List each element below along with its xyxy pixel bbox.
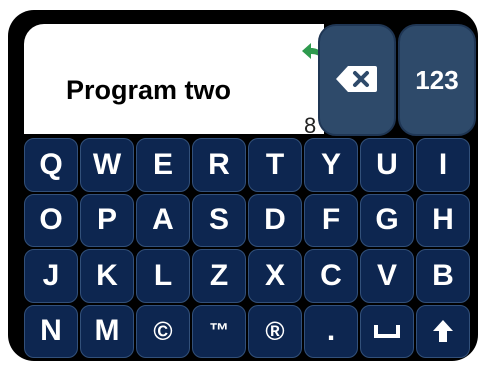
key-f[interactable]: F xyxy=(304,193,358,247)
key-a[interactable]: A xyxy=(136,193,190,247)
key-b[interactable]: B xyxy=(416,249,470,303)
numbers-mode-label: 123 xyxy=(415,64,459,95)
key-r[interactable]: R xyxy=(192,138,246,192)
shift-key[interactable] xyxy=(416,304,470,358)
key-u[interactable]: U xyxy=(360,138,414,192)
key-t[interactable]: T xyxy=(248,138,302,192)
key-c[interactable]: C xyxy=(304,249,358,303)
numbers-mode-button[interactable]: 123 xyxy=(398,24,476,136)
key-l[interactable]: L xyxy=(136,249,190,303)
key-s[interactable]: S xyxy=(192,193,246,247)
key-z[interactable]: Z xyxy=(192,249,246,303)
key-x[interactable]: X xyxy=(248,249,302,303)
backspace-button[interactable] xyxy=(318,24,396,136)
space-bar-icon xyxy=(374,325,400,339)
key-y[interactable]: Y xyxy=(304,138,358,192)
key-g[interactable]: G xyxy=(360,193,414,247)
keyboard-panel: Program two 8 123 Q W E R T Y U I O P A … xyxy=(8,10,478,361)
key-i[interactable]: I xyxy=(416,138,470,192)
key-period[interactable]: . xyxy=(304,304,358,358)
key-p[interactable]: P xyxy=(80,193,134,247)
key-m[interactable]: M xyxy=(80,304,134,358)
space-key[interactable] xyxy=(360,304,414,358)
entry-text: Program two xyxy=(66,75,232,105)
key-h[interactable]: H xyxy=(416,193,470,247)
text-entry-display[interactable]: Program two 8 xyxy=(24,24,324,138)
key-v[interactable]: V xyxy=(360,249,414,303)
key-d[interactable]: D xyxy=(248,193,302,247)
key-n[interactable]: N xyxy=(24,304,78,358)
key-q[interactable]: Q xyxy=(24,138,78,192)
key-k[interactable]: K xyxy=(80,249,134,303)
key-w[interactable]: W xyxy=(80,138,134,192)
key-registered[interactable]: ® xyxy=(248,304,302,358)
key-grid: Q W E R T Y U I O P A S D F G H J K L Z … xyxy=(24,138,470,358)
key-e[interactable]: E xyxy=(136,138,190,192)
key-o[interactable]: O xyxy=(24,193,78,247)
backspace-icon xyxy=(336,66,377,92)
shift-up-arrow-icon xyxy=(433,320,453,343)
key-trademark[interactable]: ™ xyxy=(192,304,246,358)
character-count: 8 xyxy=(304,113,317,138)
key-copyright[interactable]: © xyxy=(136,304,190,358)
key-j[interactable]: J xyxy=(24,249,78,303)
